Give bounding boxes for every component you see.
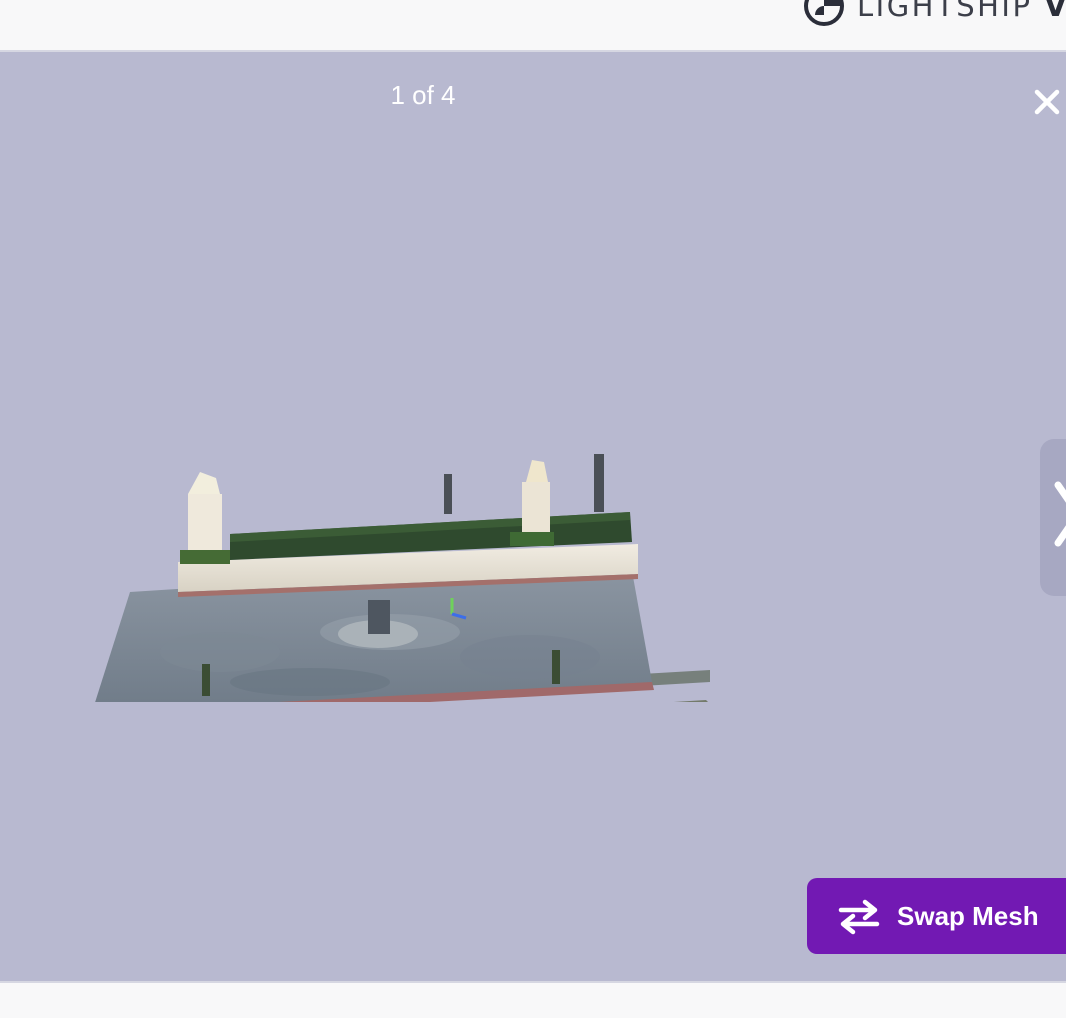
lightship-logo-icon [804, 0, 844, 26]
swap-mesh-label: Swap Mesh [897, 900, 1039, 931]
chevron-right-icon [1054, 481, 1066, 547]
bottom-bar [0, 981, 1066, 1018]
swap-mesh-button[interactable]: Swap Mesh [807, 878, 1066, 954]
top-bar: LIGHTSHIP V [0, 0, 1066, 52]
swap-arrows-icon [838, 899, 880, 935]
close-icon [1034, 89, 1060, 115]
mesh-viewer[interactable]: 1 of 4 Swap Mesh [0, 52, 1066, 981]
next-button[interactable] [1040, 439, 1066, 596]
mesh-render[interactable] [70, 382, 730, 702]
close-button[interactable] [1027, 82, 1066, 122]
brand[interactable]: LIGHTSHIP V [803, 0, 1066, 26]
brand-name: LIGHTSHIP V [857, 0, 1066, 23]
image-counter: 1 of 4 [390, 80, 456, 110]
